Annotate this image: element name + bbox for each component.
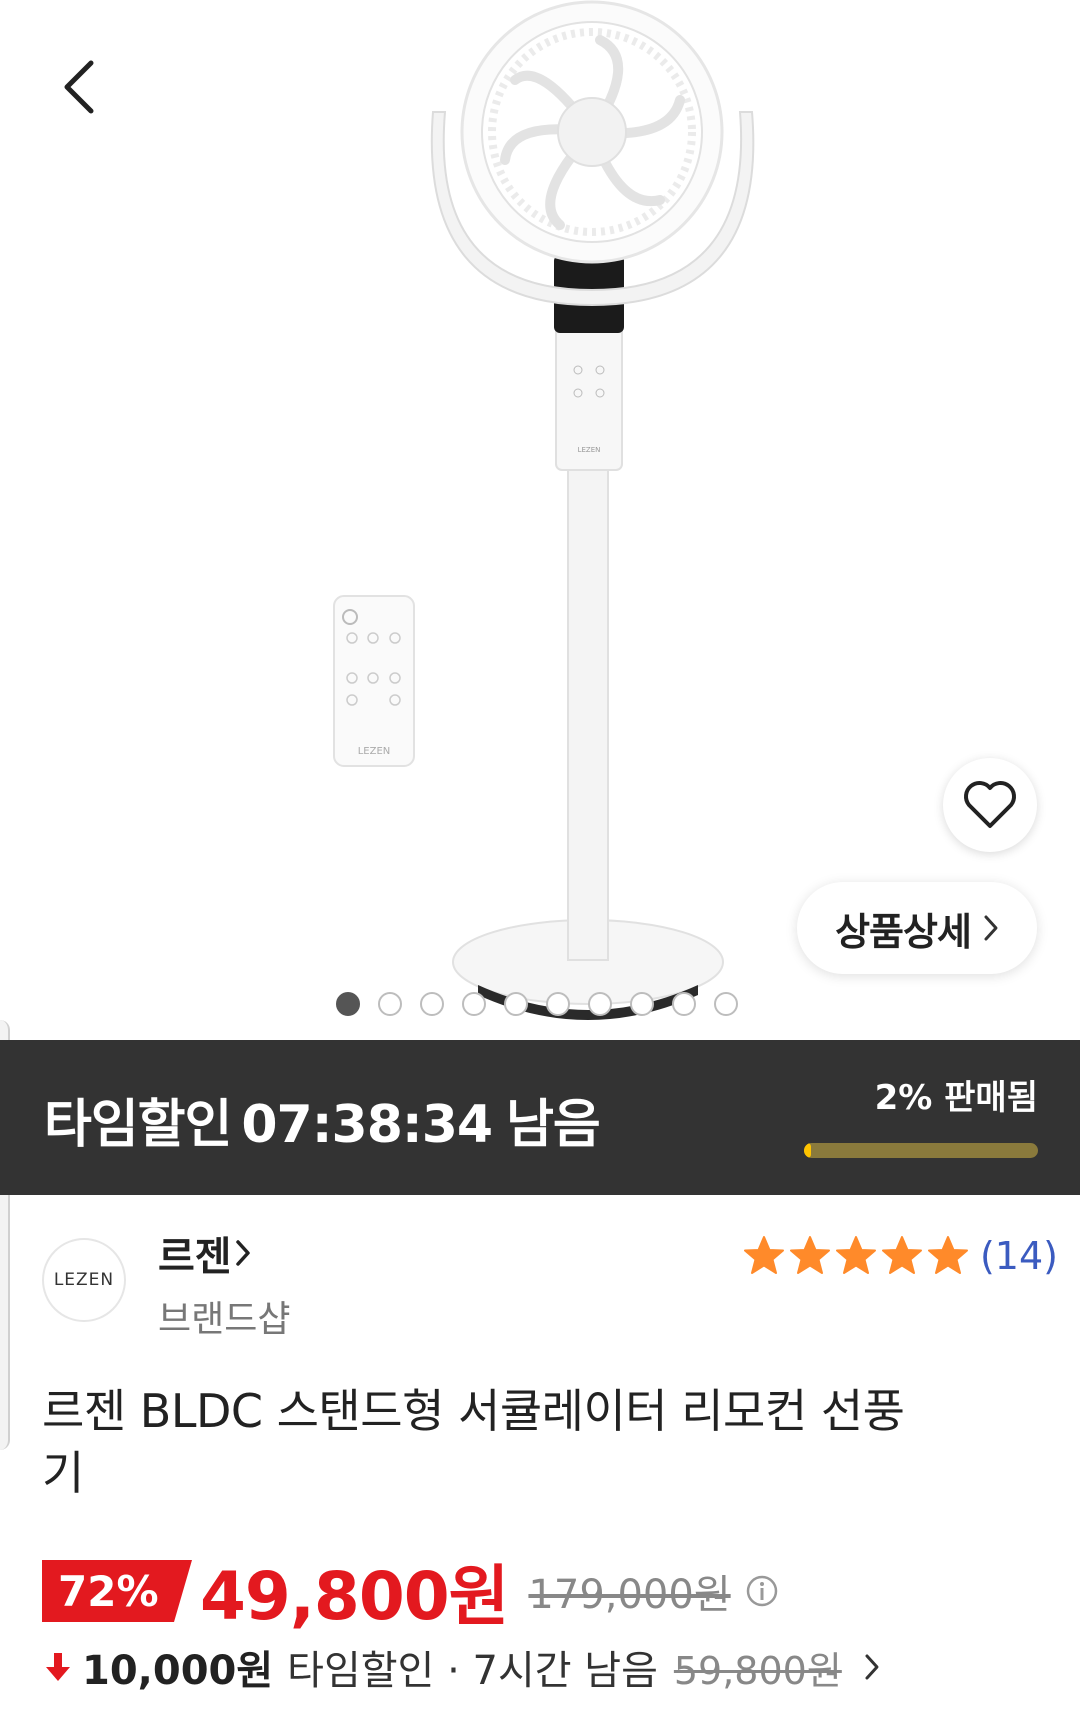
original-price: 179,000원 [528,1572,731,1618]
chevron-right-icon [235,1240,250,1266]
gallery-dot[interactable] [504,992,528,1016]
rating-summary[interactable]: (14) [742,1234,1058,1278]
gallery-dot[interactable] [714,992,738,1016]
back-button[interactable] [44,52,114,122]
brand-shop-label: 브랜드샵 [158,1299,291,1340]
heart-outline-icon [964,781,1016,828]
star-icon [881,1236,922,1274]
product-detail-button[interactable]: 상품상세 [797,882,1037,974]
deal-timer: 07:38:34 [241,1095,493,1155]
review-count[interactable]: (14) [980,1234,1058,1278]
brand-logo-text: LEZEN [53,1270,115,1290]
sold-progress-bar [804,1143,1038,1158]
brand-name: 르젠 [158,1234,232,1280]
star-icon [835,1236,876,1274]
svg-text:LEZEN: LEZEN [578,446,601,454]
gallery-dot[interactable] [588,992,612,1016]
product-title: 르젠 BLDC 스탠드형 서큘레이터 리모컨 선풍기 [42,1384,905,1500]
deal-suffix: 남음 [506,1095,601,1155]
brand-logo[interactable]: LEZEN [42,1238,126,1322]
time-deal-banner: 타임할인 07:38:34 남음 2% 판매됨 [0,1040,1080,1195]
gallery-dot[interactable] [630,992,654,1016]
time-discount-amount: 10,000원 [82,1648,274,1694]
star-icon [789,1236,830,1274]
sale-price: 49,800원 [200,1558,509,1635]
chevron-right-icon [984,915,998,941]
arrow-down-icon [46,1653,70,1681]
discount-badge: 72% [42,1560,192,1622]
deal-countdown: 타임할인 07:38:34 남음 [44,1082,601,1157]
gallery-pagination[interactable] [336,992,738,1016]
product-detail-label: 상품상세 [835,909,972,954]
product-image-gallery[interactable]: LEZEN LEZEN 상품상세 [0,0,1080,1040]
time-discount-original-price: 59,800원 [673,1648,842,1693]
gallery-dot[interactable] [336,992,360,1016]
gallery-dot[interactable] [378,992,402,1016]
sold-progress-fill [804,1143,812,1158]
time-discount-row[interactable]: 10,000원 타임할인 · 7시간 남음 59,800원 [44,1638,880,1696]
brand-name-link[interactable]: 르젠 [158,1224,252,1282]
gallery-dot[interactable] [462,992,486,1016]
svg-text:LEZEN: LEZEN [358,746,391,757]
star-icon [743,1236,784,1274]
chevron-left-icon [64,60,94,114]
product-photo: LEZEN LEZEN [333,0,755,1020]
deal-prefix: 타임할인 [44,1095,232,1155]
gallery-dot[interactable] [420,992,444,1016]
gallery-dot[interactable] [672,992,696,1016]
discount-rate: 72% [58,1566,159,1616]
gallery-dot[interactable] [546,992,570,1016]
price-row: 72% 49,800원 179,000원 [42,1556,779,1635]
star-rating [742,1234,970,1278]
star-icon [927,1236,968,1274]
time-discount-desc: 타임할인 · 7시간 남음 [287,1648,658,1694]
wishlist-button[interactable] [943,758,1037,852]
info-circle-icon[interactable] [745,1574,779,1608]
sold-percent-label: 2% 판매됨 [874,1078,1038,1118]
chevron-right-icon [865,1654,879,1680]
